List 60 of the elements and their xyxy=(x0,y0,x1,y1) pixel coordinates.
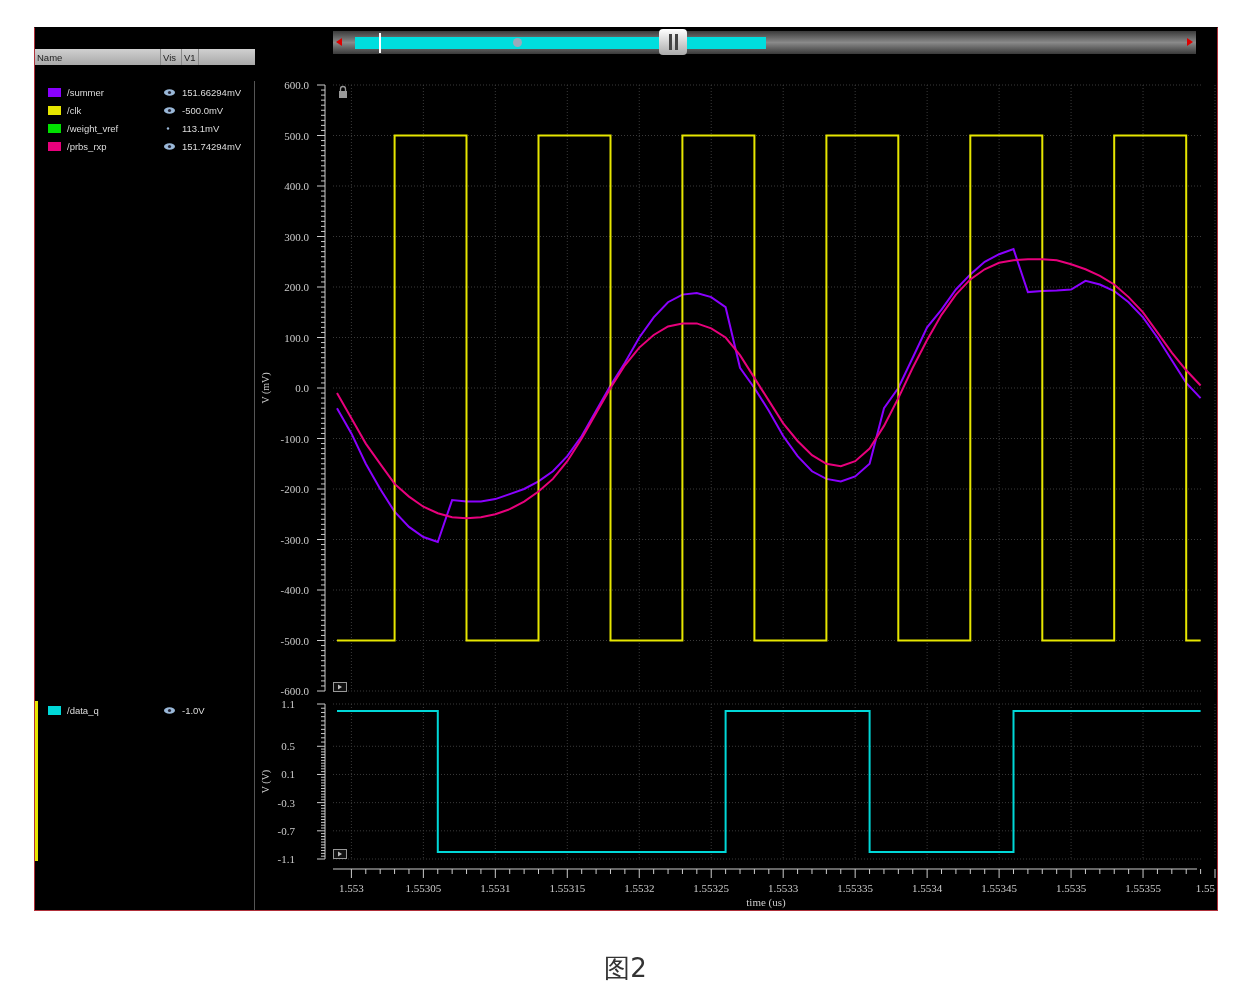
play-icon[interactable] xyxy=(333,682,347,692)
x-tick-label: 1.5532 xyxy=(624,882,655,894)
y-tick-label: 100.0 xyxy=(284,331,309,344)
y-axis-label: V (V) xyxy=(260,769,271,794)
x-tick-label: 1.55325 xyxy=(693,882,730,894)
x-tick-label: 1.55305 xyxy=(405,882,442,894)
dot-icon[interactable] xyxy=(513,38,522,47)
signal-name[interactable]: /weight_vref xyxy=(67,122,164,134)
y-tick-label: 500.0 xyxy=(284,129,309,142)
x-tick-label: 1.55345 xyxy=(981,882,1017,894)
y-tick-label: 1.1 xyxy=(281,698,295,710)
x-tick-label: 1.5535 xyxy=(1055,882,1087,894)
signal-value: 151.66294mV xyxy=(182,86,242,98)
y-tick-label: 300.0 xyxy=(284,230,309,243)
signal-name[interactable]: /clk xyxy=(67,104,164,116)
x-tick-label: 1.55315 xyxy=(549,882,586,894)
y-tick-label: 200.0 xyxy=(284,281,309,293)
lock-icon[interactable] xyxy=(339,85,347,98)
signal-name[interactable]: /summer xyxy=(67,86,164,98)
signal-value: 113.1mV xyxy=(182,122,220,134)
scrollbar[interactable] xyxy=(333,31,1196,54)
scrollbar-thumb[interactable] xyxy=(659,29,687,55)
y-tick-label: -100.0 xyxy=(280,432,309,445)
column-title[interactable]: V1 xyxy=(182,49,199,65)
y-tick-label: 0.5 xyxy=(281,740,295,753)
y-tick-label: 600.0 xyxy=(284,79,309,91)
y-tick-label: -0.3 xyxy=(277,796,295,809)
column-title[interactable]: Name xyxy=(35,49,161,65)
x-tick-label: 1.5533 xyxy=(768,882,799,894)
y-tick-label: -500.0 xyxy=(280,634,309,647)
signal-name[interactable]: /prbs_rxp xyxy=(67,140,164,152)
y-tick-label: 400.0 xyxy=(284,180,309,192)
x-tick-label: 1.55 xyxy=(1195,882,1215,894)
y-tick-label: 0.1 xyxy=(281,768,295,781)
eye-icon[interactable] xyxy=(164,88,175,96)
y-tick-label: -1.1 xyxy=(277,853,295,865)
x-tick-label: 1.553 xyxy=(339,882,364,894)
y-tick-label: -200.0 xyxy=(280,483,309,495)
range-marker[interactable] xyxy=(379,33,381,53)
play-icon[interactable] xyxy=(333,849,347,859)
x-tick-label: 1.55355 xyxy=(1125,882,1161,894)
y-tick-label: -400.0 xyxy=(280,584,309,596)
signal-value: -1.0V xyxy=(182,704,205,716)
signal-value: 151.74294mV xyxy=(182,140,242,152)
eye-icon[interactable] xyxy=(164,142,175,150)
y-tick-label: -0.7 xyxy=(277,824,295,837)
x-tick-label: 1.5531 xyxy=(480,882,511,894)
y-tick-label: -300.0 xyxy=(280,533,309,546)
eye-icon[interactable] xyxy=(164,106,175,114)
y-tick-label: 0.0 xyxy=(295,382,309,394)
x-tick-label: 1.5534 xyxy=(912,882,943,894)
signal-name[interactable]: /data_q xyxy=(67,704,164,716)
eye-icon[interactable] xyxy=(164,706,175,714)
x-tick-label: 1.55335 xyxy=(837,882,874,894)
figure-caption: 图2 xyxy=(603,952,648,985)
y-axis-label: V (mV) xyxy=(260,372,271,404)
signal-value: -500.0mV xyxy=(182,104,224,116)
y-tick-label: -600.0 xyxy=(280,685,309,696)
column-title[interactable]: Vis xyxy=(161,49,182,65)
x-axis-label: time (us) xyxy=(746,896,786,908)
